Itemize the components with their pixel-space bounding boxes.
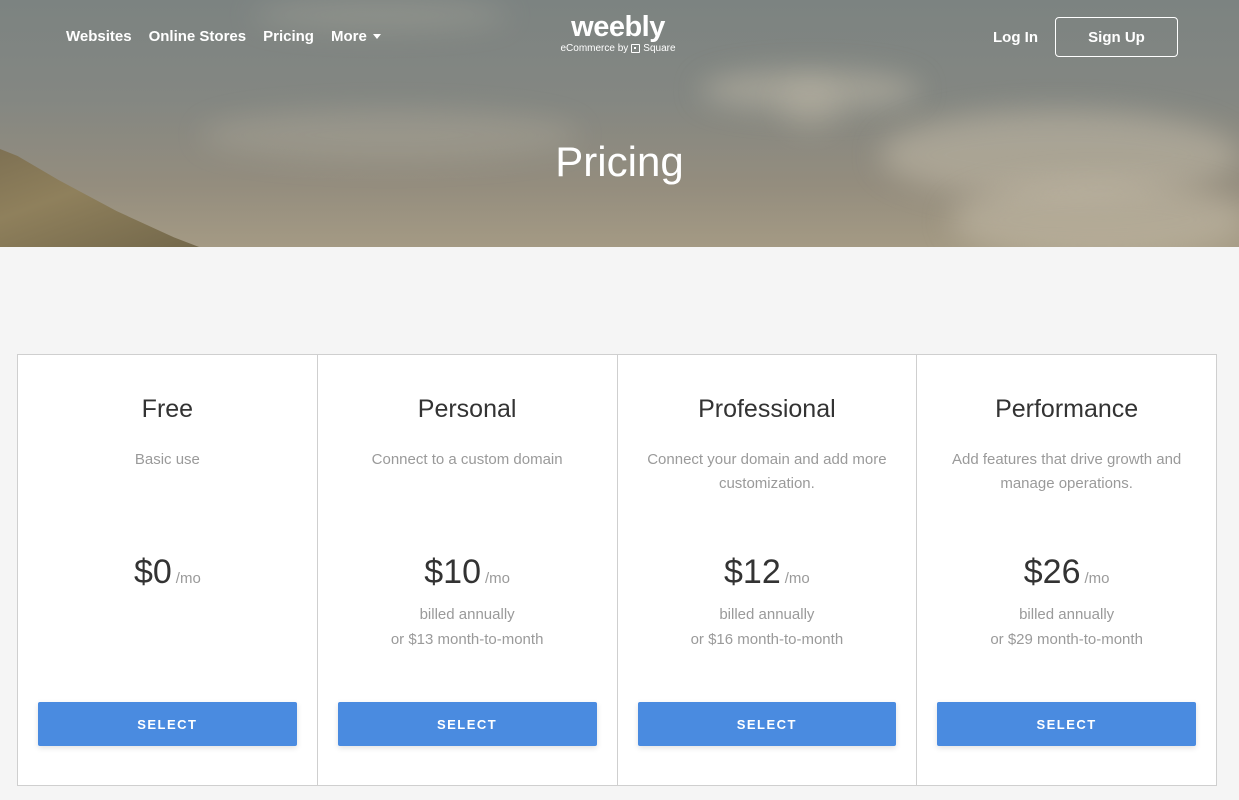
price-period: /mo [484, 570, 510, 587]
page-title: Pricing [555, 138, 684, 185]
price-row: $26 /mo [917, 553, 1216, 592]
billing-annual: billed annually [419, 606, 515, 623]
caret-down-icon [372, 34, 381, 39]
billing-annual: billed annually [1019, 606, 1115, 623]
nav-link-label: Websites [66, 28, 132, 45]
billing-monthly: or $13 month-to-month [390, 631, 544, 648]
price-period: /mo [175, 570, 201, 587]
billing-annual: billed annually [719, 606, 815, 623]
plan-card-free: Free Basic use $0 /mo SELECT [18, 355, 318, 785]
login-link[interactable]: Log In [993, 29, 1038, 46]
price-period: /mo [1084, 570, 1110, 587]
plan-name: Professional [698, 395, 836, 423]
plan-description: Basic use [134, 451, 200, 468]
plan-name: Free [141, 395, 194, 423]
hero-banner: Websites Online Stores Pricing More weeb… [0, 0, 1239, 247]
plan-name: Personal [417, 395, 517, 423]
nav-link-online-stores[interactable]: Online Stores [149, 28, 247, 45]
account-nav: Log In Sign Up [993, 17, 1178, 57]
price-row: $10 /mo [318, 553, 617, 592]
plan-price: $0 [133, 553, 172, 591]
plan-card-personal: Personal Connect to a custom domain $10 … [318, 355, 618, 785]
price-row: $12 /mo [618, 553, 917, 592]
select-button-professional[interactable]: SELECT [637, 702, 897, 746]
square-logo-icon [631, 44, 641, 53]
signup-button[interactable]: Sign Up [1055, 17, 1178, 57]
price-row: $0 /mo [18, 553, 317, 592]
billing-monthly: or $29 month-to-month [990, 631, 1143, 648]
plan-card-professional: Professional Connect your domain and add… [618, 355, 918, 785]
plan-name: Performance [995, 395, 1139, 423]
plan-description: Connect to a custom domain [371, 451, 563, 468]
tagline-prefix: eCommerce by [560, 43, 629, 54]
billing-monthly: or $16 month-to-month [690, 631, 844, 648]
nav-link-more-dropdown[interactable]: More [331, 28, 381, 45]
main-nav: Websites Online Stores Pricing More [66, 28, 381, 45]
nav-link-label: Online Stores [148, 28, 247, 45]
select-button-personal[interactable]: SELECT [337, 702, 597, 746]
nav-link-pricing[interactable]: Pricing [263, 28, 314, 45]
tagline-brand: Square [643, 43, 676, 54]
billing-info: billed annually or $29 month-to-month [917, 602, 1216, 652]
select-button-free[interactable]: SELECT [38, 702, 297, 746]
weebly-logo[interactable]: weebly eCommerce by Square [553, 12, 683, 54]
nav-link-websites[interactable]: Websites [66, 28, 132, 45]
logo-wordmark: weebly [571, 11, 665, 43]
select-button-performance[interactable]: SELECT [937, 702, 1196, 746]
plan-price: $10 [424, 553, 481, 591]
plan-card-performance: Performance Add features that drive grow… [917, 355, 1216, 785]
billing-info: billed annually or $16 month-to-month [618, 602, 917, 652]
plan-price: $12 [724, 553, 781, 591]
plan-description: Connect your domain and add more customi… [647, 451, 887, 492]
plan-description: Add features that drive growth and manag… [951, 451, 1182, 492]
billing-info: billed annually or $13 month-to-month [318, 602, 617, 652]
plan-price: $26 [1023, 553, 1081, 591]
nav-link-label: More [330, 28, 367, 45]
logo-tagline: eCommerce by Square [553, 43, 683, 54]
pricing-plans: Free Basic use $0 /mo SELECT Personal Co… [17, 354, 1217, 786]
nav-link-label: Pricing [263, 28, 314, 45]
price-period: /mo [784, 570, 810, 587]
